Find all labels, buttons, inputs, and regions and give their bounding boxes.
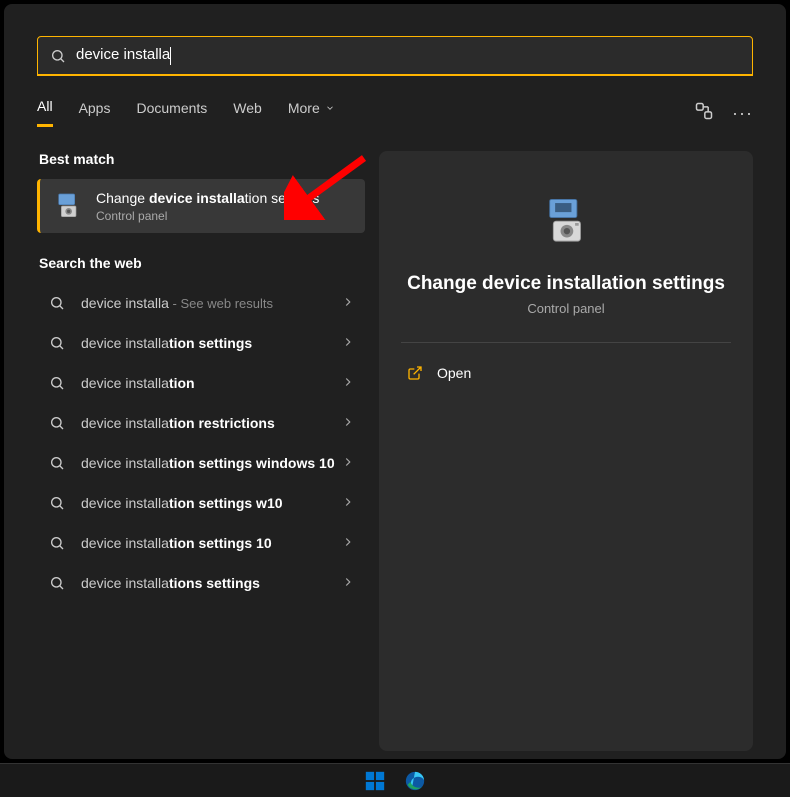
- edge-browser-icon[interactable]: [403, 769, 427, 793]
- web-result-item[interactable]: device installation: [37, 363, 365, 403]
- search-icon: [47, 493, 67, 513]
- search-icon: [47, 533, 67, 553]
- web-result-text: device installation: [81, 375, 355, 391]
- org-icon[interactable]: [694, 101, 714, 124]
- web-result-text: device installations settings: [81, 575, 355, 591]
- tab-web[interactable]: Web: [233, 100, 262, 126]
- web-result-item[interactable]: device installation settings 10: [37, 523, 365, 563]
- web-result-text: device installation settings 10: [81, 535, 355, 551]
- best-match-subtitle: Control panel: [96, 209, 319, 223]
- best-match-result[interactable]: Change device installation settings Cont…: [37, 179, 365, 233]
- preview-device-install-icon: [534, 191, 598, 255]
- chevron-right-icon: [341, 455, 355, 472]
- preview-subtitle: Control panel: [401, 301, 731, 316]
- tab-documents[interactable]: Documents: [136, 100, 207, 126]
- results-left-column: Best match Change device installation se…: [37, 151, 365, 751]
- chevron-right-icon: [341, 495, 355, 512]
- web-result-text: device installation restrictions: [81, 415, 355, 431]
- search-icon: [50, 48, 66, 64]
- web-result-text: device installation settings: [81, 335, 355, 351]
- search-icon: [47, 293, 67, 313]
- chevron-right-icon: [341, 335, 355, 352]
- search-bar[interactable]: device installa: [37, 36, 753, 76]
- start-search-panel: device installa All Apps Documents Web M…: [4, 4, 786, 759]
- chevron-right-icon: [341, 575, 355, 592]
- tab-all[interactable]: All: [37, 98, 53, 127]
- search-input[interactable]: device installa: [76, 46, 740, 64]
- web-result-item[interactable]: device installation settings: [37, 323, 365, 363]
- search-icon: [47, 373, 67, 393]
- web-results-list: device installa - See web results device…: [37, 283, 365, 603]
- open-action[interactable]: Open: [401, 357, 731, 389]
- web-result-item[interactable]: device installations settings: [37, 563, 365, 603]
- best-match-title: Change device installation settings: [96, 189, 319, 207]
- best-match-label: Best match: [39, 151, 365, 167]
- taskbar: [0, 763, 790, 797]
- open-icon: [407, 365, 423, 381]
- search-icon: [47, 333, 67, 353]
- web-result-text: device installa - See web results: [81, 295, 355, 311]
- more-options-icon[interactable]: ···: [732, 104, 753, 122]
- search-icon: [47, 573, 67, 593]
- search-web-label: Search the web: [39, 255, 365, 271]
- start-button[interactable]: [363, 769, 387, 793]
- search-icon: [47, 453, 67, 473]
- web-result-item[interactable]: device installation settings windows 10: [37, 443, 365, 483]
- search-icon: [47, 413, 67, 433]
- preview-title: Change device installation settings: [401, 273, 731, 295]
- chevron-down-icon: [325, 103, 335, 113]
- chevron-right-icon: [341, 375, 355, 392]
- chevron-right-icon: [341, 535, 355, 552]
- filter-tabs: All Apps Documents Web More ···: [37, 98, 753, 127]
- tab-more[interactable]: More: [288, 100, 335, 126]
- chevron-right-icon: [341, 295, 355, 312]
- web-result-text: device installation settings w10: [81, 495, 355, 511]
- divider: [401, 342, 731, 343]
- web-result-item[interactable]: device installa - See web results: [37, 283, 365, 323]
- device-install-icon: [52, 190, 84, 222]
- preview-pane: Change device installation settings Cont…: [379, 151, 753, 751]
- web-result-item[interactable]: device installation settings w10: [37, 483, 365, 523]
- open-label: Open: [437, 365, 471, 381]
- web-result-text: device installation settings windows 10: [81, 455, 355, 471]
- chevron-right-icon: [341, 415, 355, 432]
- web-result-item[interactable]: device installation restrictions: [37, 403, 365, 443]
- tab-apps[interactable]: Apps: [79, 100, 111, 126]
